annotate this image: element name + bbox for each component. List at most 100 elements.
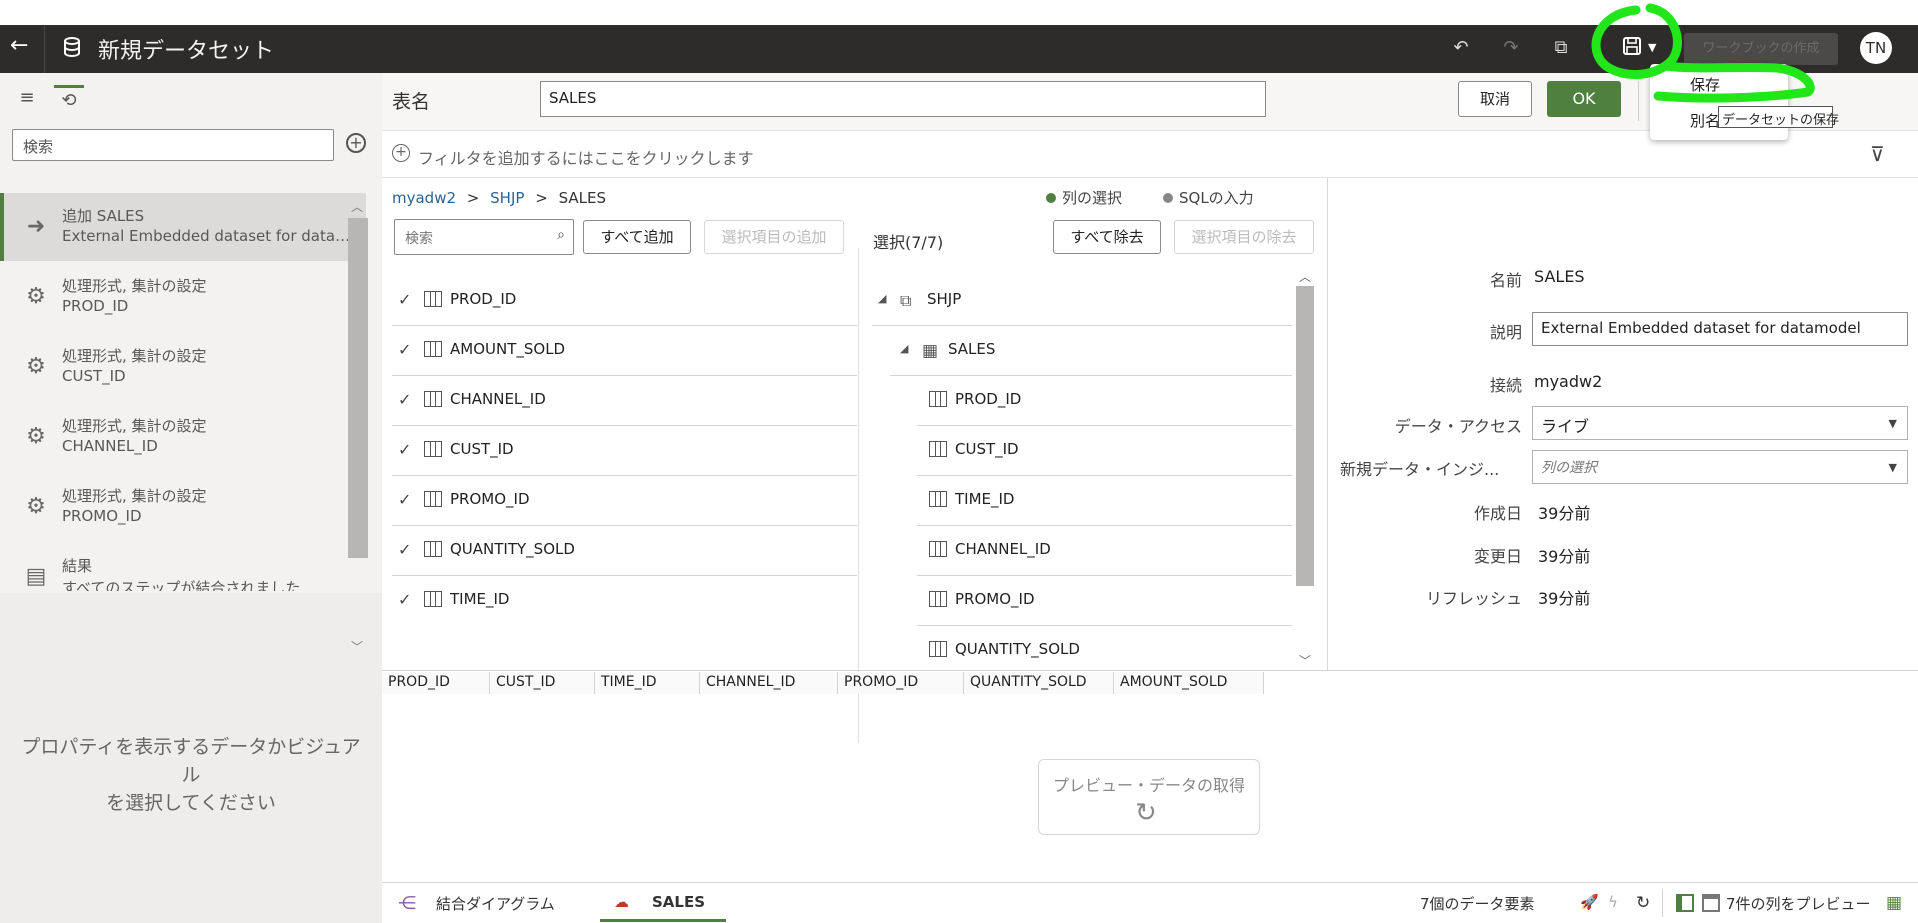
add-filter-text[interactable]: フィルタを追加するにはここをクリックします — [418, 145, 754, 169]
step-detail: PROMO_ID — [62, 507, 142, 525]
collapse-triangle-icon[interactable]: ◢ — [878, 292, 886, 305]
grid-layout-icon[interactable] — [1702, 894, 1720, 912]
refresh-icon[interactable]: ↻ — [1636, 893, 1650, 913]
selected-column-row[interactable]: CUST_ID — [917, 426, 1292, 476]
name-value: SALES — [1534, 267, 1585, 286]
grid-header-cell[interactable]: CHANNEL_ID — [700, 672, 838, 694]
column-search-placeholder: 検索 — [405, 231, 433, 247]
add-all-button[interactable]: すべて追加 — [583, 220, 691, 254]
description-input[interactable]: External Embedded dataset for datamodel — [1532, 312, 1908, 346]
table-name-input[interactable]: SALES — [540, 81, 1266, 117]
column-icon — [424, 341, 442, 357]
step-item[interactable]: ⚙ 処理形式, 集計の設定 PROD_ID — [0, 263, 366, 331]
scroll-thumb[interactable] — [348, 218, 368, 558]
tab-join-diagram[interactable]: 結合ダイアグラム — [436, 893, 555, 914]
available-column-row[interactable]: ✓ QUANTITY_SOLD — [392, 526, 857, 576]
breadcrumb-table: SALES — [558, 189, 606, 207]
back-arrow-icon[interactable]: ← — [10, 33, 28, 58]
data-access-select[interactable]: ライブ ▼ — [1532, 406, 1908, 440]
filter-icon[interactable]: ⊽ — [1870, 142, 1885, 166]
tree-table-row[interactable]: ◢ ▦ SALES — [890, 326, 1292, 376]
step-title: 処理形式, 集計の設定 — [62, 277, 207, 295]
chevron-down-icon[interactable]: ﹀ — [1296, 652, 1314, 669]
cancel-button[interactable]: 取消 — [1458, 81, 1532, 117]
gear-icon: ⚙ — [26, 424, 46, 449]
column-search-input[interactable]: 検索 ⌕ — [394, 219, 574, 255]
data-access-value: ライブ — [1541, 417, 1590, 436]
chevron-up-icon[interactable]: ︿ — [351, 198, 363, 215]
remove-all-button[interactable]: すべて除去 — [1053, 220, 1161, 254]
step-detail: すべてのステップが結合されました — [62, 579, 301, 591]
add-step-icon[interactable]: + — [346, 133, 366, 153]
rocket-icon[interactable]: 🚀 — [1580, 893, 1599, 911]
column-name: PROMO_ID — [955, 590, 1035, 608]
selected-column-row[interactable]: PROD_ID — [917, 376, 1292, 426]
divider — [858, 248, 859, 743]
selected-column-row[interactable]: PROMO_ID — [917, 576, 1292, 626]
check-icon: ✓ — [398, 540, 412, 559]
scroll-thumb[interactable] — [1296, 286, 1314, 586]
step-item[interactable]: ▤ 結果 すべてのステップが結合されました — [0, 543, 366, 591]
undo-icon[interactable]: ↶ — [1448, 35, 1474, 61]
collapse-triangle-icon[interactable]: ◢ — [900, 342, 908, 355]
new-data-select[interactable]: 列の選択 ▼ — [1532, 450, 1908, 484]
breadcrumb-schema[interactable]: SHJP — [490, 189, 524, 207]
grid-header-cell[interactable]: TIME_ID — [595, 672, 700, 694]
column-icon — [929, 491, 947, 507]
available-column-row[interactable]: ✓ PROD_ID — [392, 276, 857, 326]
step-item[interactable]: ⚙ 処理形式, 集計の設定 PROMO_ID — [0, 473, 366, 541]
column-icon — [424, 391, 442, 407]
breadcrumb-connection[interactable]: myadw2 — [392, 189, 456, 207]
gear-icon: ⚙ — [26, 354, 46, 379]
steps-tab-icon[interactable]: ⟲ — [54, 85, 84, 111]
selected-column-row[interactable]: QUANTITY_SOLD — [917, 626, 1292, 668]
redo-icon[interactable]: ↷ — [1498, 35, 1524, 61]
column-name: QUANTITY_SOLD — [450, 540, 575, 558]
remove-selected-button[interactable]: 選択項目の除去 — [1174, 220, 1314, 254]
result-icon: ▤ — [25, 564, 47, 589]
step-title: 追加 SALES — [62, 207, 145, 225]
step-item[interactable]: ⚙ 処理形式, 集計の設定 CUST_ID — [0, 333, 366, 401]
bottom-bar: ⋲ 結合ダイアグラム ☁ SALES 7個のデータ要素 🚀 ϟ ↻ 7件の列をプ… — [382, 882, 1918, 923]
lightning-icon[interactable]: ϟ — [1608, 893, 1618, 911]
selected-scrollbar[interactable]: ︿ ﹀ — [1296, 268, 1314, 668]
column-name: PROMO_ID — [450, 490, 530, 508]
grid-header-cell[interactable]: PROD_ID — [382, 672, 490, 694]
grid-header-cell[interactable]: CUST_ID — [490, 672, 595, 694]
panel-layout-icon[interactable] — [1676, 894, 1694, 912]
table-icon: ▦ — [922, 341, 939, 361]
column-icon — [424, 541, 442, 557]
mode-sql-input[interactable]: SQLの入力 — [1163, 187, 1254, 208]
add-filter-icon[interactable]: + — [392, 144, 410, 162]
available-column-row[interactable]: ✓ CUST_ID — [392, 426, 857, 476]
name-label: 名前 — [1489, 271, 1522, 290]
column-icon — [929, 641, 947, 657]
grid-header-cell[interactable]: AMOUNT_SOLD — [1114, 672, 1264, 694]
steps-scrollbar[interactable]: ︿ ﹀ — [348, 198, 368, 654]
tab-sales[interactable]: SALES — [652, 893, 705, 911]
column-icon — [929, 541, 947, 557]
data-tab-icon[interactable]: ≡ — [12, 85, 42, 111]
available-column-row[interactable]: ✓ TIME_ID — [392, 576, 857, 626]
avatar[interactable]: TN — [1860, 32, 1892, 64]
fetch-preview-button[interactable]: プレビュー・データの取得 ↻ — [1038, 759, 1260, 835]
chevron-down-icon[interactable]: ﹀ — [351, 638, 363, 655]
step-item[interactable]: ⚙ 処理形式, 集計の設定 CHANNEL_ID — [0, 403, 366, 471]
grid-header-cell[interactable]: PROMO_ID — [838, 672, 964, 694]
available-column-row[interactable]: ✓ PROMO_ID — [392, 476, 857, 526]
column-icon — [929, 391, 947, 407]
dataset-preview-icon[interactable]: ⧉ — [1548, 35, 1574, 61]
selected-column-row[interactable]: CHANNEL_ID — [917, 526, 1292, 576]
selected-column-row[interactable]: TIME_ID — [917, 476, 1292, 526]
available-column-row[interactable]: ✓ AMOUNT_SOLD — [392, 326, 857, 376]
tree-schema-row[interactable]: ◢ ⧉ SHJP — [872, 276, 1292, 326]
table-view-icon[interactable]: ▦ — [1886, 893, 1902, 913]
column-name: AMOUNT_SOLD — [450, 340, 566, 358]
mode-column-select[interactable]: 列の選択 — [1046, 187, 1122, 208]
add-selected-button[interactable]: 選択項目の追加 — [704, 220, 844, 254]
grid-header-cell[interactable]: QUANTITY_SOLD — [964, 672, 1114, 694]
chevron-up-icon[interactable]: ︿ — [1296, 268, 1314, 285]
step-item[interactable]: ➜ 追加 SALES External Embedded dataset for… — [0, 193, 366, 261]
available-column-row[interactable]: ✓ CHANNEL_ID — [392, 376, 857, 426]
step-search-input[interactable]: 検索 — [12, 129, 334, 161]
